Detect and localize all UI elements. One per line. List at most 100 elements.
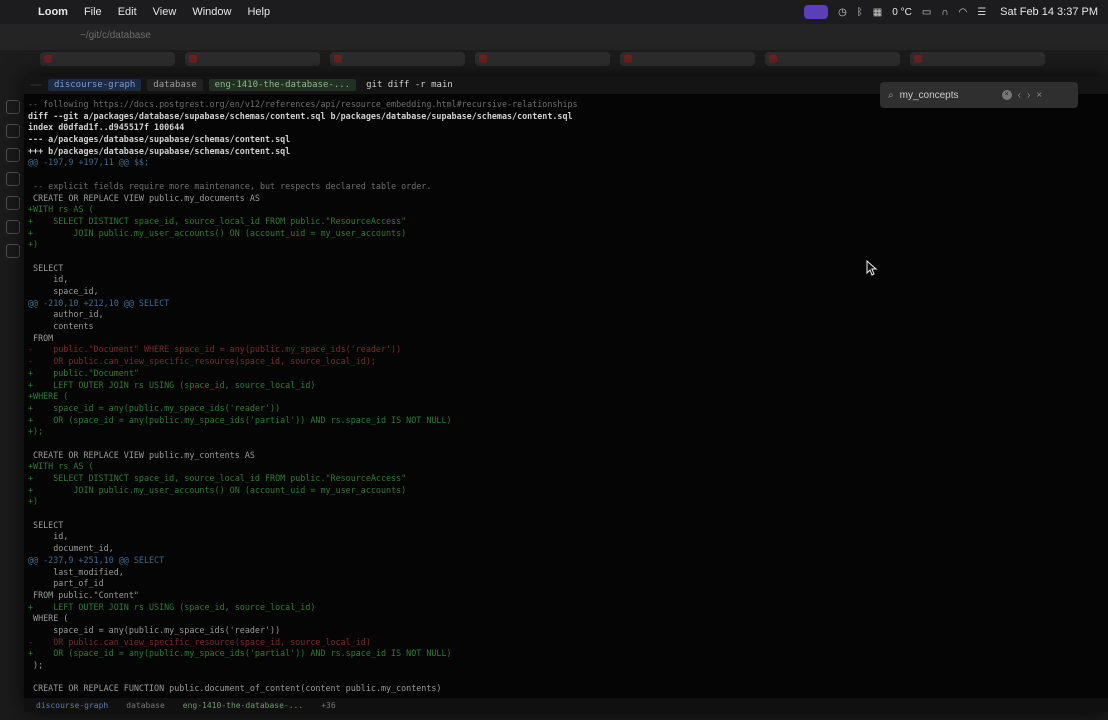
diff-line: );: [28, 660, 44, 670]
diff-line: --- a/packages/database/supabase/schemas…: [28, 134, 291, 145]
find-input[interactable]: my_concepts: [900, 90, 996, 101]
diff-line: diff --git a/packages/database/supabase/…: [28, 110, 573, 121]
diff-line: [28, 508, 578, 520]
chevron-right-icon[interactable]: ›: [1027, 90, 1030, 101]
diff-line: space_id,: [28, 286, 99, 296]
status-subdir: database: [126, 700, 165, 710]
diff-line: + JOIN public.my_user_accounts() ON (acc…: [28, 227, 407, 238]
battery-icon[interactable]: ▭: [922, 7, 931, 18]
app-rail: [6, 100, 22, 258]
menu-view[interactable]: View: [153, 6, 177, 18]
menu-clock[interactable]: Sat Feb 14 3:37 PM: [1000, 6, 1098, 18]
diff-line: CREATE OR REPLACE VIEW public.my_documen…: [28, 192, 260, 203]
terminal-icon[interactable]: [6, 148, 20, 162]
diff-line: - public."Document" WHERE space_id = any…: [28, 344, 402, 355]
diff-line: + public."Document": [28, 367, 139, 378]
browser-tab[interactable]: [620, 52, 755, 66]
diff-line: CREATE OR REPLACE VIEW public.my_content…: [28, 449, 255, 460]
diff-line: + space_id = any(public.my_space_ids('re…: [28, 402, 281, 413]
diff-line: FROM public."Content": [28, 589, 139, 600]
home-icon[interactable]: [6, 100, 20, 114]
folder-icon[interactable]: [6, 220, 20, 234]
browser-tab[interactable]: [40, 52, 175, 66]
diff-line: @@ -210,10 +212,10 @@ SELECT: [28, 297, 170, 308]
settings-icon[interactable]: [6, 244, 20, 258]
browser-toolbar: [0, 24, 1108, 50]
timer-icon[interactable]: ◷: [838, 7, 847, 18]
diff-line: SELECT: [28, 262, 64, 273]
diff-line: index d0dfad1f..d945517f 100644: [28, 122, 185, 133]
calendar-icon[interactable]: ▦: [873, 7, 882, 18]
diff-line: -- explicit fields require more maintena…: [28, 180, 432, 191]
status-dir: discourse-graph: [36, 700, 109, 710]
diff-line: contents: [28, 321, 94, 332]
diff-line: +WHERE (: [28, 391, 69, 402]
diff-line: [28, 251, 578, 263]
diff-line: @@ -197,9 +197,11 @@ $$;: [28, 157, 150, 168]
menu-bar: Loom File Edit View Window Help ◷ ᛒ ▦ 0 …: [0, 0, 1108, 24]
diff-line: last_modified,: [28, 566, 124, 577]
wifi-icon[interactable]: ◠: [958, 7, 967, 18]
diff-line: -- following https://docs.postgrest.org/…: [28, 99, 578, 109]
diff-line: +WITH rs AS (: [28, 204, 94, 215]
diff-line: + LEFT OUTER JOIN rs USING (space_id, so…: [28, 601, 316, 612]
status-menus: ◷ ᛒ ▦ 0 °C ▭ ∩ ◠ ☰ Sat Feb 14 3:37 PM: [804, 5, 1098, 19]
clear-icon[interactable]: ×: [1001, 90, 1012, 100]
diff-line: + LEFT OUTER JOIN rs USING (space_id, so…: [28, 379, 316, 390]
find-bar[interactable]: ⌕ my_concepts × ‹ › ×: [880, 82, 1078, 108]
diff-line: document_id,: [28, 543, 114, 554]
cursor-arrow-icon: [866, 260, 878, 276]
menu-window[interactable]: Window: [192, 6, 231, 18]
weather-temperature[interactable]: 0 °C: [892, 7, 912, 18]
browser-tab[interactable]: [330, 52, 465, 66]
table-icon[interactable]: [6, 124, 20, 138]
terminal-status-bar: discourse-graph database eng-1410-the-da…: [24, 698, 1108, 712]
menu-help[interactable]: Help: [247, 6, 270, 18]
screen-record-icon[interactable]: [804, 5, 829, 19]
diff-line: +): [28, 496, 39, 507]
browser-tabs: [40, 52, 1045, 66]
diff-line: + SELECT DISTINCT space_id, source_local…: [28, 215, 407, 226]
prompt-command: git diff -r main: [366, 80, 453, 90]
terminal-window[interactable]: discourse-graph database eng-1410-the-da…: [24, 76, 1108, 712]
headphones-icon[interactable]: ∩: [941, 7, 948, 18]
database-icon[interactable]: [6, 172, 20, 186]
lock-icon[interactable]: [6, 196, 20, 210]
menu-loom[interactable]: Loom: [38, 6, 68, 18]
chevron-left-icon[interactable]: ‹: [1018, 90, 1021, 101]
diff-line: [28, 438, 578, 450]
menu-edit[interactable]: Edit: [118, 6, 137, 18]
bluetooth-icon[interactable]: ᛒ: [857, 7, 863, 18]
search-icon: ⌕: [888, 89, 894, 101]
diff-line: part_of_id: [28, 578, 104, 589]
diff-line: + JOIN public.my_user_accounts() ON (acc…: [28, 484, 407, 495]
prompt-branch: eng-1410-the-database-...: [208, 79, 357, 91]
status-branch: eng-1410-the-database-...: [182, 700, 304, 710]
diff-line: +++ b/packages/database/supabase/schemas…: [28, 145, 291, 156]
menu-file[interactable]: File: [84, 6, 102, 18]
diff-line: - OR public.can_view_specific_resource(s…: [28, 356, 376, 367]
browser-tab[interactable]: [185, 52, 320, 66]
status-count: +36: [321, 700, 336, 710]
diff-output[interactable]: -- following https://docs.postgrest.org/…: [28, 99, 578, 695]
browser-tab[interactable]: [910, 52, 1045, 66]
prompt-subdir: database: [147, 79, 203, 91]
diff-line: @@ -237,9 +251,10 @@ SELECT: [28, 554, 165, 565]
diff-line: [28, 672, 578, 684]
diff-line: CREATE OR REPLACE FUNCTION public.docume…: [28, 683, 442, 694]
diff-line: FROM: [28, 332, 54, 343]
diff-line: id,: [28, 531, 69, 542]
diff-line: WHERE (: [28, 613, 69, 624]
prompt-dir: discourse-graph: [48, 79, 142, 91]
diff-line: +);: [28, 426, 44, 437]
diff-line: [28, 169, 578, 181]
browser-tab[interactable]: [475, 52, 610, 66]
control-center-icon[interactable]: ☰: [977, 7, 986, 18]
close-icon[interactable]: ×: [1036, 90, 1042, 101]
diff-line: + OR (space_id = any(public.my_space_ids…: [28, 414, 452, 425]
browser-address[interactable]: ~/git/c/database: [80, 30, 151, 41]
diff-line: SELECT: [28, 519, 64, 530]
diff-line: + OR (space_id = any(public.my_space_ids…: [28, 648, 452, 659]
diff-line: space_id = any(public.my_space_ids('read…: [28, 624, 281, 635]
browser-tab[interactable]: [765, 52, 900, 66]
